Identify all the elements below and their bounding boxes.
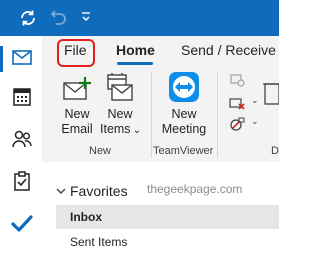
new-email-icon (63, 77, 91, 100)
favorites-header[interactable]: Favorites (70, 183, 128, 199)
ribbon-separator (151, 72, 152, 158)
tab-home[interactable]: Home (116, 42, 155, 58)
group-label-new: New (89, 145, 112, 157)
junk-chevron-icon[interactable]: ⌄ (251, 116, 259, 127)
file-tab-highlight (57, 39, 95, 67)
mail-icon[interactable] (11, 46, 33, 68)
new-items-icon (107, 73, 133, 101)
delete-icon[interactable] (262, 74, 279, 130)
new-meeting-label-line2: Meeting (161, 122, 207, 136)
new-meeting-label-line1: New (171, 107, 197, 121)
undo-icon[interactable] (50, 8, 68, 28)
chevron-down-icon[interactable] (56, 186, 66, 196)
watermark-text: thegeekpage.com (147, 182, 243, 196)
todo-check-icon[interactable] (11, 212, 33, 234)
people-icon[interactable] (11, 128, 33, 150)
new-items-label-line1: New (107, 107, 133, 121)
new-items-chevron-icon: ⌄ (132, 125, 141, 136)
calendar-icon[interactable] (11, 86, 33, 108)
tasks-icon[interactable] (11, 170, 33, 192)
teamviewer-icon (169, 72, 199, 102)
new-items-label-line2: Items (100, 122, 131, 136)
group-label-delete-partial: D (271, 145, 279, 157)
junk-icon[interactable] (229, 116, 245, 132)
ignore-icon[interactable] (229, 72, 245, 88)
folder-label-inbox[interactable]: Inbox (70, 210, 102, 224)
folder-item-sent-items[interactable]: Sent Items (70, 235, 127, 249)
nav-active-indicator (0, 46, 3, 72)
group-label-teamviewer: TeamViewer (153, 145, 214, 157)
quick-access-dropdown-icon[interactable] (81, 11, 91, 23)
new-email-label-line1: New (64, 107, 90, 121)
title-bar (0, 0, 279, 36)
tab-send-receive[interactable]: Send / Receive (181, 42, 276, 58)
new-email-label-line2: Email (61, 122, 93, 136)
ribbon-separator (217, 72, 218, 158)
active-tab-underline (117, 62, 153, 65)
sync-icon[interactable] (18, 8, 38, 28)
clean-up-icon[interactable] (229, 95, 245, 111)
clean-up-chevron-icon[interactable]: ⌄ (251, 95, 259, 106)
